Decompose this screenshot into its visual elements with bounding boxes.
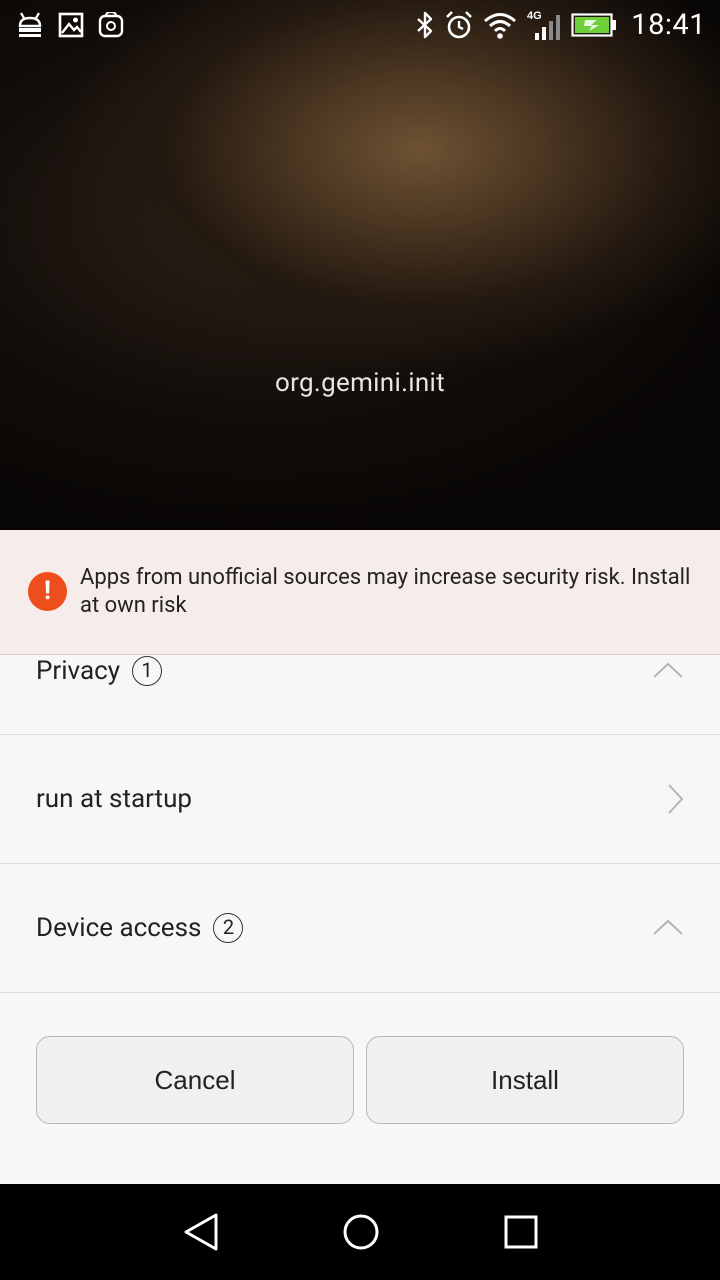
- device-access-label-group: Device access 2: [36, 912, 244, 944]
- permission-count-badge: 1: [132, 656, 162, 686]
- permission-count-badge: 2: [213, 913, 244, 943]
- back-icon[interactable]: [182, 1212, 220, 1256]
- cell-signal-icon: 4G: [527, 9, 561, 41]
- install-button[interactable]: Install: [366, 1036, 684, 1124]
- permission-group-device-access[interactable]: Device access 2: [0, 864, 720, 993]
- chevron-up-icon: [652, 918, 684, 940]
- system-icons: 4G 18:41: [415, 6, 706, 44]
- security-warning-banner: ! Apps from unofficial sources may incre…: [0, 530, 720, 655]
- alarm-icon: [445, 10, 473, 40]
- startup-label-group: run at startup: [36, 783, 192, 815]
- bluetooth-icon: [415, 10, 435, 40]
- chevron-right-icon: [666, 783, 684, 819]
- permission-label: run at startup: [36, 784, 192, 814]
- permission-group-label: Privacy: [36, 656, 120, 686]
- warning-text: Apps from unofficial sources may increas…: [80, 565, 691, 618]
- android-debug-icon: [16, 12, 44, 38]
- navigation-bar: [0, 1184, 720, 1280]
- wifi-icon: [483, 11, 517, 39]
- notification-icons: [16, 10, 124, 40]
- network-type-label: 4G: [527, 10, 542, 22]
- permission-run-at-startup[interactable]: run at startup: [0, 735, 720, 864]
- clock: 18:41: [631, 8, 706, 42]
- cancel-button[interactable]: Cancel: [36, 1036, 354, 1124]
- image-icon: [58, 12, 84, 38]
- warning-icon: !: [28, 572, 67, 611]
- status-bar: 4G 18:41: [0, 0, 720, 50]
- privacy-label-group: Privacy 1: [36, 655, 162, 687]
- app-header: [0, 0, 720, 530]
- battery-charging-icon: [571, 12, 617, 38]
- app-package-name: org.gemini.init: [275, 368, 445, 398]
- huawei-store-icon: [98, 12, 124, 38]
- home-icon[interactable]: [342, 1212, 380, 1256]
- recents-icon[interactable]: [503, 1212, 539, 1256]
- permission-group-privacy[interactable]: Privacy 1: [0, 655, 720, 735]
- permission-group-label: Device access: [36, 913, 202, 943]
- chevron-up-icon: [652, 661, 684, 683]
